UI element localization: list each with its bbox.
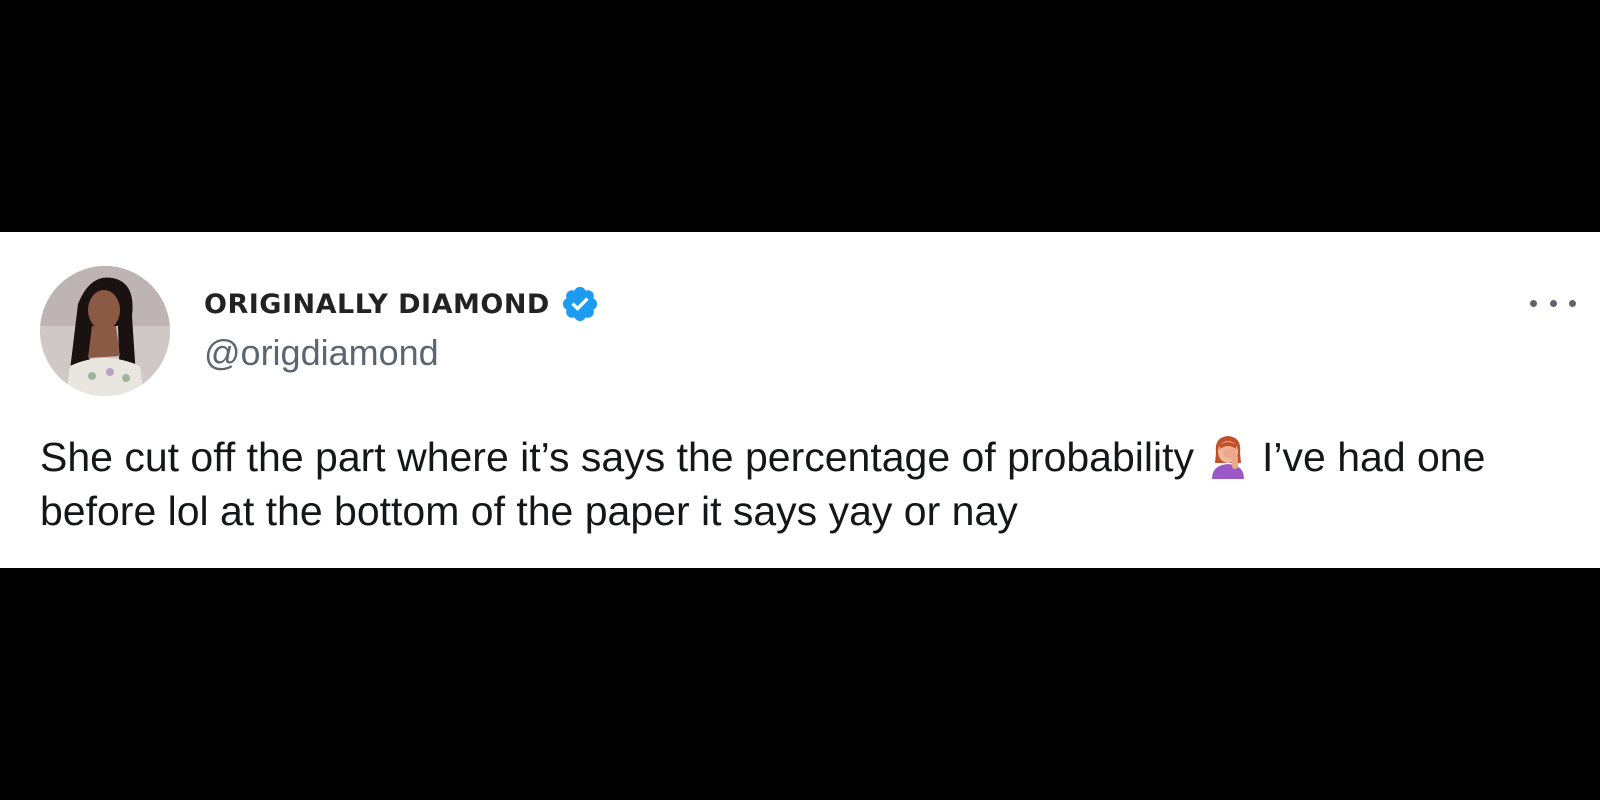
avatar[interactable] [40, 266, 170, 396]
dot [1530, 299, 1537, 307]
dot [1569, 299, 1576, 307]
verified-badge-icon [560, 284, 600, 324]
display-name[interactable]: ORIGINALLY DIAMOND [204, 289, 550, 320]
dot [1549, 299, 1557, 307]
avatar-image [40, 266, 170, 396]
screenshot-frame: ORIGINALLY DIAMOND @origdiamond She cut … [0, 0, 1600, 800]
ellipsis-icon[interactable] [1530, 296, 1576, 310]
user-handle[interactable]: @origdiamond [204, 332, 600, 374]
tweet-text: She cut off the part where it’s says the… [40, 430, 1570, 538]
author-block: ORIGINALLY DIAMOND @origdiamond [204, 282, 600, 374]
name-row: ORIGINALLY DIAMOND [204, 282, 600, 326]
tweet-text-part1: She cut off the part where it’s says the… [40, 434, 1195, 480]
woman-facepalming-icon [1208, 433, 1248, 479]
tweet-card: ORIGINALLY DIAMOND @origdiamond She cut … [0, 232, 1600, 568]
